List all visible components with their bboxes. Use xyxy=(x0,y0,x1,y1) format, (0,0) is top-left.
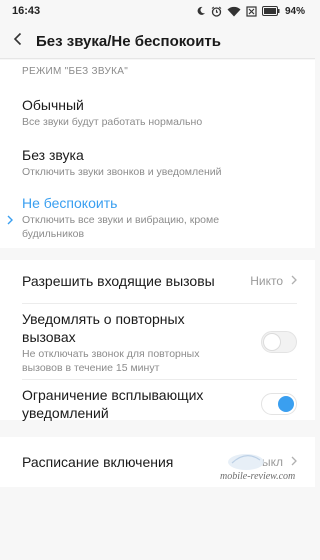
divider xyxy=(22,379,297,380)
repeat-calls-row: Уведомлять о повторных вызовах Не отключ… xyxy=(22,310,245,375)
app-bar: Без звука/Не беспокоить xyxy=(0,22,315,60)
divider xyxy=(22,303,297,304)
mode-option-do-not-disturb[interactable]: Не беспокоить Отключить все звуки и вибр… xyxy=(22,194,297,241)
popup-limit-row: Ограничение всплывающих уведомлений xyxy=(22,386,245,422)
chevron-right-icon xyxy=(291,455,297,469)
repeat-calls-label: Уведомлять о повторных вызовах xyxy=(22,310,245,346)
allow-calls-value: Никто xyxy=(250,274,283,288)
mode-option-title: Обычный xyxy=(22,97,84,113)
toggle-knob xyxy=(278,396,294,412)
status-bar: 16:43 94% xyxy=(0,0,315,22)
popup-limit-label-line-2: уведомлений xyxy=(22,405,109,421)
mode-option-subtitle: Отключить все звуки и вибрацию, кроме бу… xyxy=(22,213,297,241)
back-arrow-icon xyxy=(13,32,23,51)
mode-option-normal[interactable]: Обычный Все звуки будут работать нормаль… xyxy=(22,96,297,129)
back-button[interactable] xyxy=(0,22,36,60)
mode-option-silent[interactable]: Без звука Отключить звуки звонков и увед… xyxy=(22,146,297,179)
mode-option-title: Без звука xyxy=(22,147,84,163)
battery-percent: 94% xyxy=(284,5,305,17)
moon-icon xyxy=(196,6,206,16)
subtitle-line-1: Отключить все звуки и вибрацию, кроме xyxy=(22,214,220,226)
allow-calls-value-group: Никто xyxy=(250,274,297,288)
repeat-calls-subtitle: Не отключать звонок для повторных вызово… xyxy=(22,347,245,375)
repeat-calls-label-line-1: Уведомлять о повторных xyxy=(22,311,185,327)
battery-icon xyxy=(261,6,280,16)
schedule-label: Расписание включения xyxy=(22,454,174,470)
no-sim-icon xyxy=(246,5,257,17)
repeat-calls-label-line-2: вызовах xyxy=(22,329,76,345)
selected-chevron-icon xyxy=(7,212,13,230)
section-header: РЕЖИМ "БЕЗ ЗВУКА" xyxy=(22,66,129,77)
allow-calls-row[interactable]: Разрешить входящие вызовы Никто xyxy=(22,270,297,292)
watermark: mobile-review.com xyxy=(220,471,296,482)
alarm-icon xyxy=(211,6,222,17)
schedule-value-group: ыкл xyxy=(262,455,297,469)
repeat-calls-sub-line-2: вызовов в течение 15 минут xyxy=(22,362,160,374)
mode-option-subtitle: Все звуки будут работать нормально xyxy=(22,116,203,128)
chevron-right-icon xyxy=(291,274,297,288)
header-divider xyxy=(0,58,315,59)
repeat-calls-toggle[interactable] xyxy=(261,331,297,353)
mode-option-title: Не беспокоить xyxy=(22,195,118,211)
page-title: Без звука/Не беспокоить xyxy=(36,32,221,50)
mode-option-subtitle: Отключить звуки звонков и уведомлений xyxy=(22,166,222,178)
repeat-calls-sub-line-1: Не отключать звонок для повторных xyxy=(22,348,200,360)
popup-limit-label-line-1: Ограничение всплывающих xyxy=(22,387,204,403)
popup-limit-label: Ограничение всплывающих уведомлений xyxy=(22,386,245,422)
wifi-icon xyxy=(227,6,241,17)
status-icons: 94% xyxy=(196,6,305,17)
allow-calls-label: Разрешить входящие вызовы xyxy=(22,273,215,289)
subtitle-line-2: будильников xyxy=(22,228,85,240)
toggle-knob xyxy=(263,333,281,351)
status-time: 16:43 xyxy=(12,5,41,17)
popup-limit-toggle[interactable] xyxy=(261,393,297,415)
